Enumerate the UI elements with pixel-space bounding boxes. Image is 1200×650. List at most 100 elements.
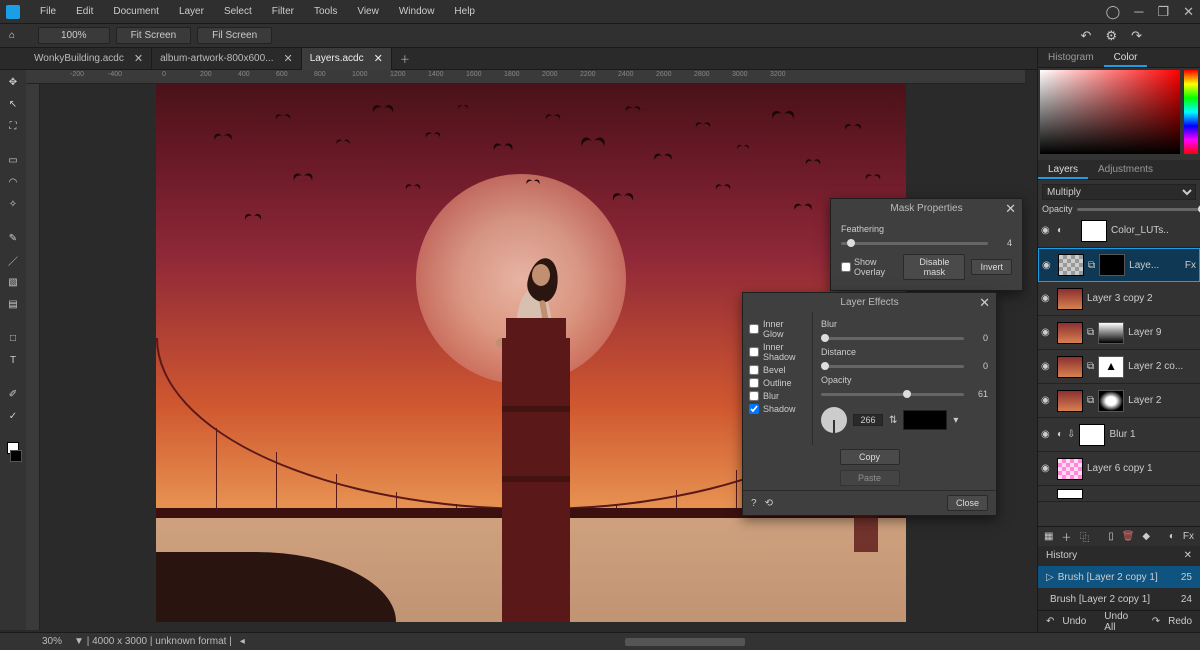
link-icon[interactable]: ⧉ xyxy=(1087,327,1094,338)
layer-row[interactable]: ◉ ⧉ ▲ Layer 2 co... xyxy=(1038,350,1200,384)
layer-row[interactable]: ◉ Layer 3 copy 2 xyxy=(1038,282,1200,316)
wand-tool-icon[interactable]: ✧ xyxy=(5,196,21,212)
scrollbar-horizontal[interactable] xyxy=(625,638,745,646)
feathering-slider[interactable] xyxy=(841,242,988,245)
close-icon[interactable]: ✕ xyxy=(1183,4,1194,20)
layer-thumb[interactable] xyxy=(1057,458,1083,480)
close-button[interactable]: Close xyxy=(947,495,988,511)
menu-select[interactable]: Select xyxy=(214,0,262,24)
blur-slider[interactable] xyxy=(821,337,964,340)
mask-properties-panel[interactable]: Mask Properties ✕ Feathering 4 Show Over… xyxy=(830,198,1023,291)
layer-row[interactable]: ◉ ⧉ Laye... Fx xyxy=(1038,248,1200,282)
menu-document[interactable]: Document xyxy=(103,0,169,24)
tab-adjustments[interactable]: Adjustments xyxy=(1088,160,1163,179)
panel-close-icon[interactable]: ✕ xyxy=(1184,546,1192,566)
mask-thumb[interactable] xyxy=(1099,254,1125,276)
fill-tool-icon[interactable]: ▧ xyxy=(5,274,21,290)
layer-thumb[interactable] xyxy=(1057,390,1083,412)
visibility-icon[interactable]: ◉ xyxy=(1041,463,1053,474)
link-icon[interactable]: ⧉ xyxy=(1087,361,1094,372)
copy-button[interactable]: Copy xyxy=(840,449,900,465)
layer-row[interactable]: ◉ ⧉ Layer 2 xyxy=(1038,384,1200,418)
adjustment-icon[interactable]: ◐ xyxy=(1057,429,1063,440)
layer-thumb[interactable] xyxy=(1057,288,1083,310)
menu-edit[interactable]: Edit xyxy=(66,0,103,24)
fx-icon[interactable]: Fx xyxy=(1183,531,1194,542)
visibility-icon[interactable]: ◉ xyxy=(1041,361,1053,372)
fill-screen-button[interactable]: Fil Screen xyxy=(197,27,272,44)
link-icon[interactable]: ⧉ xyxy=(1087,395,1094,406)
undo-icon[interactable]: ↶ xyxy=(1046,616,1054,627)
disable-mask-button[interactable]: Disable mask xyxy=(903,254,965,280)
fx-badge[interactable]: Fx xyxy=(1185,260,1196,271)
tab-1[interactable]: album-artwork-800x600...✕ xyxy=(152,48,302,70)
angle-input[interactable] xyxy=(853,414,883,426)
pencil-tool-icon[interactable]: ／ xyxy=(5,252,21,268)
sv-gradient[interactable] xyxy=(1040,70,1180,154)
fx-opacity-slider[interactable] xyxy=(821,393,964,396)
redo-icon[interactable]: ↷ xyxy=(1152,616,1160,627)
visibility-icon[interactable]: ◉ xyxy=(1042,260,1054,271)
angle-dial[interactable] xyxy=(821,407,847,433)
layer-row[interactable] xyxy=(1038,486,1200,502)
undo-icon[interactable]: ↶ xyxy=(1081,28,1092,44)
visibility-icon[interactable]: ◉ xyxy=(1041,327,1053,338)
brush-tool-icon[interactable]: ✎ xyxy=(5,230,21,246)
swatch-bg-icon[interactable] xyxy=(10,450,22,462)
heal-tool-icon[interactable]: ✓ xyxy=(5,408,21,424)
more-icon[interactable]: ◆ xyxy=(1142,531,1150,542)
panel-close-icon[interactable]: ✕ xyxy=(979,295,990,311)
cursor-tool-icon[interactable]: ↖ xyxy=(5,96,21,112)
visibility-icon[interactable]: ◉ xyxy=(1041,293,1053,304)
tab-layers[interactable]: Layers xyxy=(1038,160,1088,179)
menu-filter[interactable]: Filter xyxy=(262,0,304,24)
redo-button[interactable]: Redo xyxy=(1168,616,1192,627)
menu-view[interactable]: View xyxy=(347,0,389,24)
marquee-tool-icon[interactable]: ▭ xyxy=(5,152,21,168)
help-icon[interactable]: ? xyxy=(751,498,757,509)
redo-icon[interactable]: ↷ xyxy=(1131,28,1142,44)
layer-effects-panel[interactable]: Layer Effects ✕ Inner Glow Inner Shadow … xyxy=(742,292,997,516)
fx-outline[interactable]: Outline xyxy=(749,378,806,388)
layer-row[interactable]: ◉ ◐ ⇩ Blur 1 xyxy=(1038,418,1200,452)
show-overlay-checkbox[interactable]: Show Overlay xyxy=(841,257,897,277)
home-icon[interactable]: ⌂ xyxy=(0,30,24,41)
menu-file[interactable]: File xyxy=(30,0,66,24)
layer-row[interactable]: ◉ ◐ Color_LUTs.. xyxy=(1038,214,1200,248)
adjustment-icon[interactable]: ◐ xyxy=(1169,531,1175,542)
layer-thumb[interactable] xyxy=(1057,356,1083,378)
distance-slider[interactable] xyxy=(821,365,964,368)
layer-thumb[interactable] xyxy=(1057,489,1083,499)
new-layer-icon[interactable]: ▦ xyxy=(1044,531,1053,542)
mask-thumb[interactable] xyxy=(1098,390,1124,412)
hue-slider[interactable] xyxy=(1184,70,1198,154)
fx-shadow[interactable]: Shadow xyxy=(749,404,806,414)
tab-color[interactable]: Color xyxy=(1104,48,1148,67)
eyedrop-tool-icon[interactable]: ✐ xyxy=(5,386,21,402)
blend-mode-select[interactable]: Multiply xyxy=(1042,184,1196,200)
status-arrow-icon[interactable]: ◂ xyxy=(240,636,245,647)
history-item[interactable]: ▷ Brush [Layer 2 copy 1] 25 xyxy=(1038,566,1200,588)
tab-2[interactable]: Layers.acdc✕ xyxy=(302,48,392,70)
tab-histogram[interactable]: Histogram xyxy=(1038,48,1104,67)
tab-0[interactable]: WonkyBuilding.acdc✕ xyxy=(26,48,152,70)
merge-down-icon[interactable]: ⇩ xyxy=(1067,429,1075,440)
undo-button[interactable]: Undo xyxy=(1062,616,1086,627)
fx-blur[interactable]: Blur xyxy=(749,391,806,401)
paste-button[interactable]: Paste xyxy=(840,470,900,486)
menu-tools[interactable]: Tools xyxy=(304,0,347,24)
user-icon[interactable]: ◯ xyxy=(1106,4,1121,20)
shape-tool-icon[interactable]: □ xyxy=(5,330,21,346)
visibility-icon[interactable]: ◉ xyxy=(1041,395,1053,406)
zoom-level[interactable]: 100% xyxy=(38,27,110,44)
menu-window[interactable]: Window xyxy=(389,0,445,24)
color-picker[interactable] xyxy=(1038,68,1200,160)
restore-icon[interactable]: ❐ xyxy=(1157,4,1169,20)
lasso-tool-icon[interactable]: ◠ xyxy=(5,174,21,190)
menu-help[interactable]: Help xyxy=(444,0,485,24)
gradient-tool-icon[interactable]: ▤ xyxy=(5,296,21,312)
layer-thumb[interactable] xyxy=(1058,254,1084,276)
undo-all-button[interactable]: Undo All xyxy=(1104,611,1133,633)
invert-mask-button[interactable]: Invert xyxy=(971,259,1012,275)
fx-inner-shadow[interactable]: Inner Shadow xyxy=(749,342,806,362)
